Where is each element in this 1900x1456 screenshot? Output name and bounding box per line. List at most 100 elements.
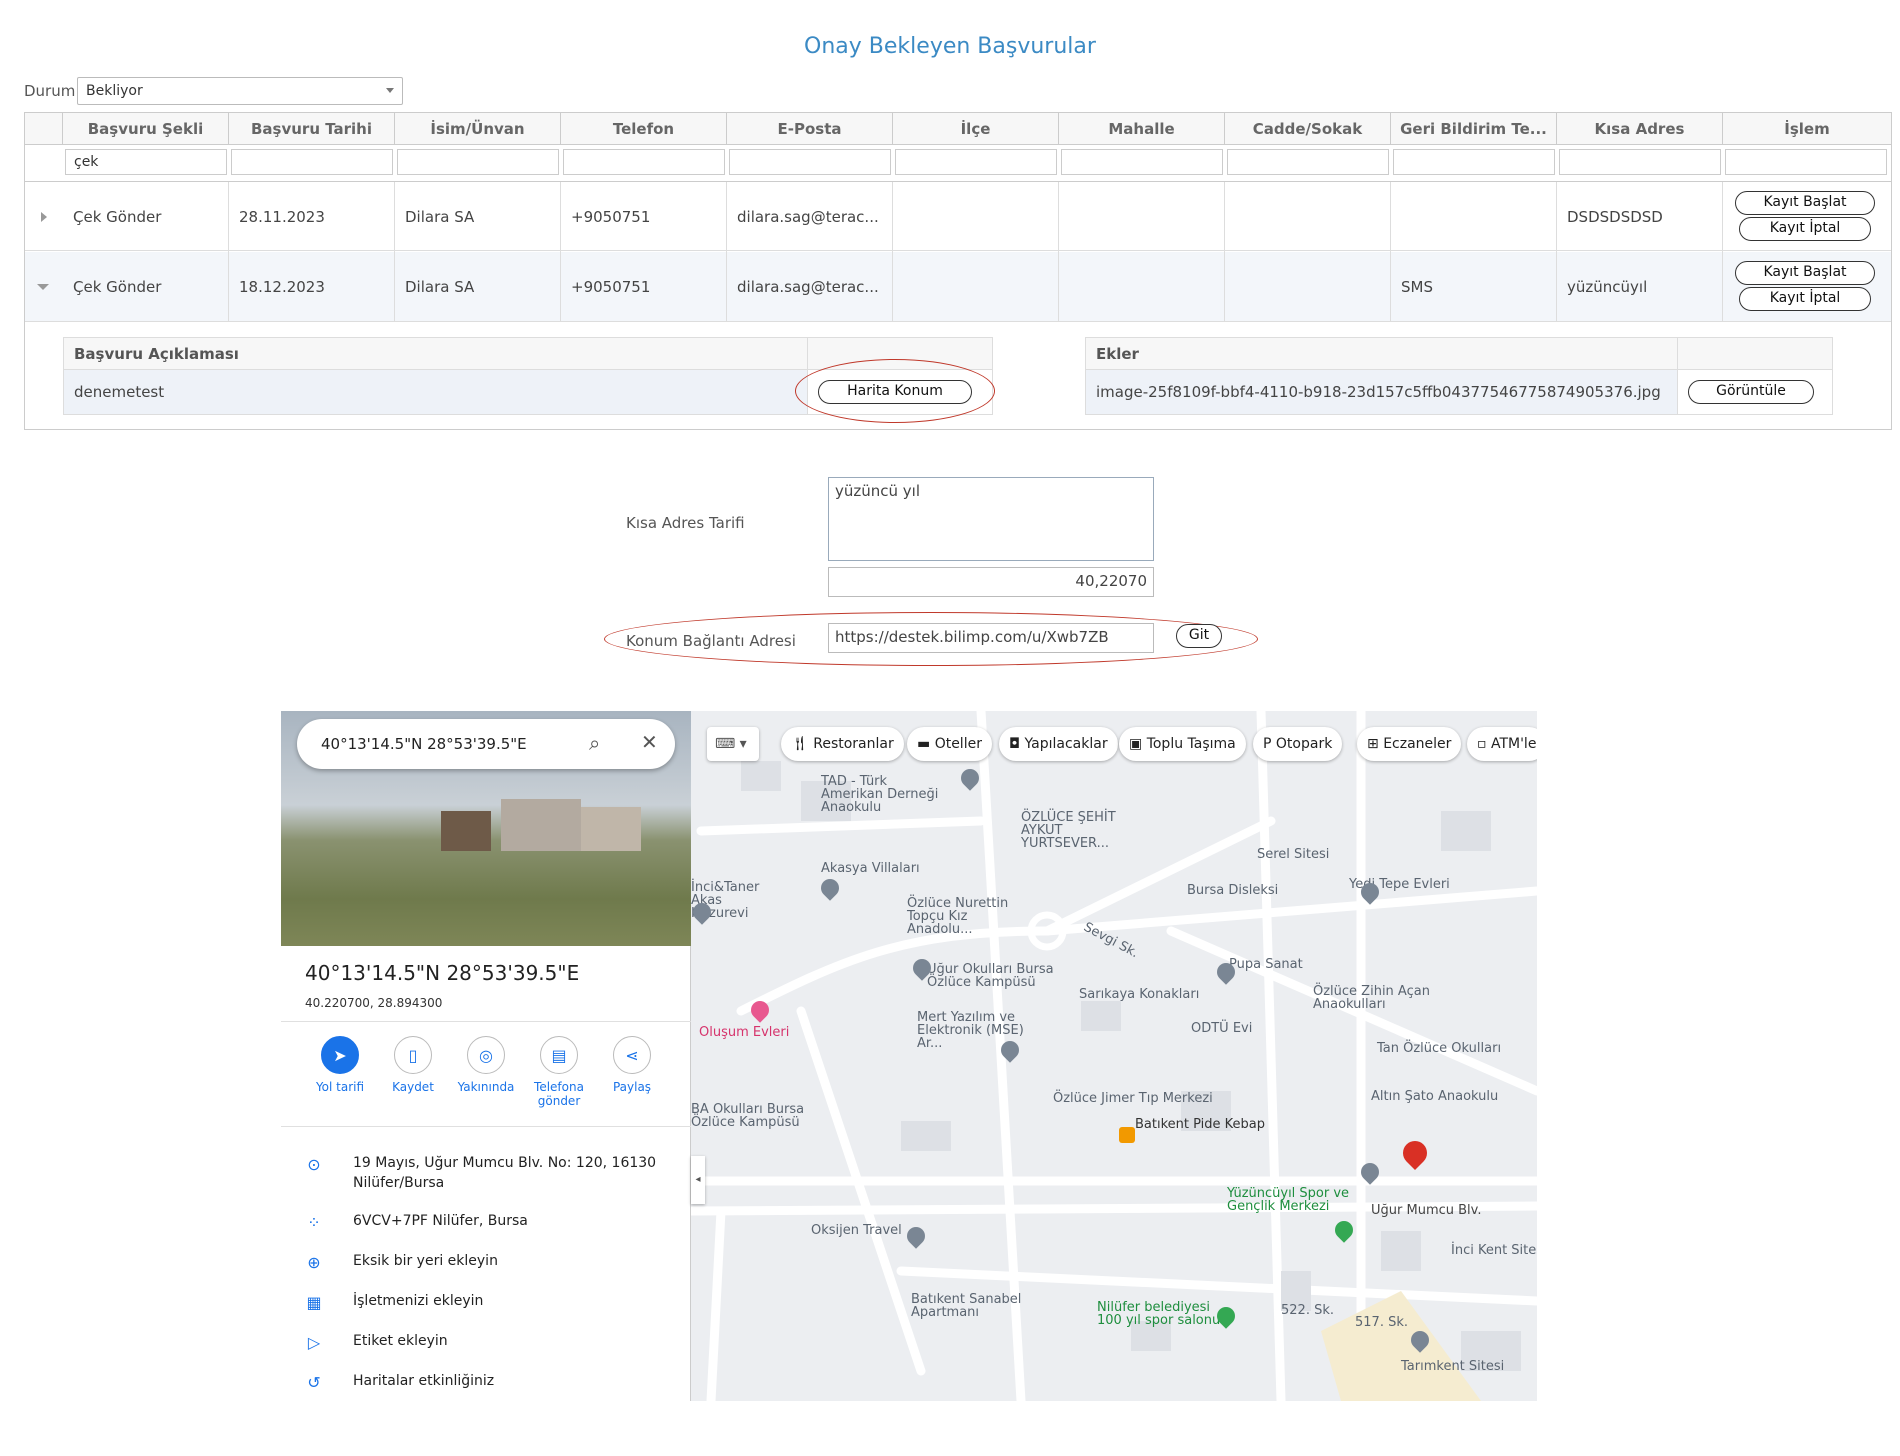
map-label[interactable]: Sarıkaya Konakları — [1079, 987, 1199, 1002]
column-header-isim[interactable]: İsim/Ünvan — [395, 113, 561, 145]
column-header-basvuru-tarihi[interactable]: Başvuru Tarihi — [229, 113, 395, 145]
add-business-text: İşletmenizi ekleyin — [353, 1293, 484, 1309]
building-shape — [501, 799, 581, 851]
table-row[interactable]: Çek Gönder 18.12.2023 Dilara SA +9050751… — [25, 252, 1891, 322]
label-icon: ▷ — [307, 1333, 321, 1352]
column-header-telefon[interactable]: Telefon — [561, 113, 727, 145]
column-header-ilce[interactable]: İlçe — [893, 113, 1059, 145]
map-label[interactable]: Uğur Okulları Bursa Özlüce Kampüsü — [927, 963, 1057, 989]
map-label[interactable]: ÖZLÜCE ŞEHİT AYKUT YURTSEVER... — [1021, 811, 1141, 850]
map-label[interactable]: Özlüce Jimer Tıp Merkezi — [1053, 1091, 1213, 1106]
collapse-row-icon[interactable] — [37, 284, 49, 290]
filter-input-basvuru-sekli[interactable]: çek — [65, 149, 227, 175]
close-icon[interactable]: ✕ — [641, 730, 658, 754]
column-header-basvuru-sekli[interactable]: Başvuru Şekli — [63, 113, 229, 145]
expand-row-icon[interactable] — [41, 212, 47, 222]
map-search-input[interactable]: 40°13'14.5"N 28°53'39.5"E — [321, 735, 527, 753]
map-label[interactable]: Akasya Villaları — [821, 861, 920, 876]
filter-input-kisa-adres[interactable] — [1559, 149, 1721, 175]
filter-input-mahalle[interactable] — [1061, 149, 1223, 175]
chip-toplu-tasima[interactable]: ▣ Toplu Taşıma — [1119, 727, 1246, 761]
parking-icon: P — [1263, 736, 1276, 752]
map-label[interactable]: Yüzüncüyıl Spor ve Gençlik Merkezi — [1227, 1187, 1367, 1213]
coordinate-field[interactable]: 40,22070 — [828, 567, 1154, 597]
applications-grid: Başvuru Şekli Başvuru Tarihi İsim/Ünvan … — [24, 112, 1892, 430]
map-label[interactable]: Batıkent Pide Kebap — [1135, 1117, 1265, 1132]
map-label[interactable]: Tarımkent Sitesi — [1401, 1359, 1504, 1374]
chip-atm[interactable]: ▫ ATM'le — [1467, 727, 1537, 761]
map-label[interactable]: ODTÜ Evi — [1191, 1021, 1252, 1036]
kayit-baslat-button[interactable]: Kayıt Başlat — [1735, 261, 1875, 285]
nearby-label: Yakınında — [457, 1080, 515, 1094]
map-label[interactable]: Özlüce Zihin Açan Anaokulları — [1313, 985, 1433, 1011]
map-label[interactable]: Bursa Disleksi — [1187, 883, 1278, 898]
keyboard-icon[interactable]: ⌨ ▾ — [707, 727, 759, 761]
map-label[interactable]: TAD - Türk Amerikan Derneği Anaokulu — [821, 775, 951, 814]
map-label[interactable]: Tan Özlüce Okulları — [1377, 1041, 1501, 1056]
filter-input-isim[interactable] — [397, 149, 559, 175]
status-filter-select[interactable]: Bekliyor — [77, 77, 403, 105]
street-label: 522. Sk. — [1281, 1303, 1334, 1318]
map-search-box[interactable]: 40°13'14.5"N 28°53'39.5"E ⌕ ✕ — [297, 719, 675, 769]
column-header-kisa-adres[interactable]: Kısa Adres — [1557, 113, 1723, 145]
save-label: Kaydet — [392, 1080, 434, 1094]
map-label[interactable]: Oluşum Evleri — [699, 1025, 789, 1040]
map-label[interactable]: Batıkent Sanabel Apartmanı — [911, 1293, 1031, 1319]
kayit-iptal-button[interactable]: Kayıt İptal — [1739, 287, 1871, 311]
location-pin-icon: ⊙ — [307, 1155, 321, 1174]
plus-code-text: 6VCV+7PF Nilüfer, Bursa — [353, 1213, 528, 1229]
table-row[interactable]: Çek Gönder 28.11.2023 Dilara SA +9050751… — [25, 181, 1891, 252]
directions-label: Yol tarifi — [315, 1080, 365, 1094]
filter-input-islem[interactable] — [1725, 149, 1887, 175]
filter-input-geri-bildirim[interactable] — [1393, 149, 1555, 175]
filter-input-basvuru-tarihi[interactable] — [231, 149, 393, 175]
filter-input-cadde[interactable] — [1227, 149, 1389, 175]
chip-yapilacaklar[interactable]: ◘ Yapılacaklar — [999, 727, 1118, 761]
chip-otopark[interactable]: P Otopark — [1253, 727, 1343, 761]
map-label[interactable]: İnci Kent Sitesi — [1451, 1243, 1537, 1258]
git-button[interactable]: Git — [1176, 624, 1222, 648]
kisa-adres-textarea[interactable]: yüzüncü yıl — [828, 477, 1154, 561]
save-action[interactable]: ▯ Kaydet — [378, 1036, 448, 1094]
map-label[interactable]: Uğur Mumcu Blv. — [1371, 1203, 1481, 1218]
column-header-cadde[interactable]: Cadde/Sokak — [1225, 113, 1391, 145]
camera-icon: ◘ — [1009, 736, 1025, 752]
add-business-icon: ▦ — [306, 1293, 322, 1312]
search-icon[interactable]: ⌕ — [589, 731, 600, 755]
cell-mahalle — [1059, 252, 1225, 322]
nearby-action[interactable]: ◎ Yakınında — [451, 1036, 521, 1094]
map-label[interactable]: Pupa Sanat — [1229, 957, 1303, 972]
phone-icon: ▤ — [540, 1036, 578, 1074]
filter-input-eposta[interactable] — [729, 149, 891, 175]
kayit-baslat-button[interactable]: Kayıt Başlat — [1735, 191, 1875, 215]
map-view[interactable]: 40°13'14.5"N 28°53'39.5"E ⌕ ✕ 40°13'14.5… — [281, 711, 1537, 1401]
cell-mahalle — [1059, 182, 1225, 252]
directions-action[interactable]: ➤ Yol tarifi — [305, 1036, 375, 1094]
map-label[interactable]: Mert Yazılım ve Elektronik (MSE) Ar... — [917, 1011, 1047, 1050]
chip-oteller[interactable]: ▬ Oteller — [907, 727, 992, 761]
goruntule-button[interactable]: Görüntüle — [1688, 380, 1814, 404]
filter-input-telefon[interactable] — [563, 149, 725, 175]
chip-eczaneler[interactable]: ⊞ Eczaneler — [1357, 727, 1462, 761]
share-action[interactable]: ⋖ Paylaş — [597, 1036, 667, 1094]
map-label[interactable]: BA Okulları Bursa Özlüce Kampüsü — [691, 1103, 831, 1129]
filter-input-ilce[interactable] — [895, 149, 1057, 175]
restaurant-marker-icon[interactable] — [1119, 1127, 1135, 1143]
place-coordinates: 40.220700, 28.894300 — [305, 996, 443, 1010]
map-label[interactable]: Özlüce Nurettin Topçu Kız Anadolu... — [907, 897, 1027, 936]
collapse-panel-button[interactable]: ◂ — [691, 1156, 705, 1204]
cell-geri-bildirim: SMS — [1391, 252, 1557, 322]
chip-restoranlar[interactable]: 🍴︎ Restoranlar — [781, 727, 904, 761]
chip-label: Otopark — [1275, 736, 1333, 752]
map-label[interactable]: Oksijen Travel — [811, 1223, 902, 1238]
column-header-mahalle[interactable]: Mahalle — [1059, 113, 1225, 145]
map-label[interactable]: Altın Şato Anaokulu — [1371, 1089, 1498, 1104]
map-label[interactable]: Serel Sitesi — [1257, 847, 1329, 862]
kayit-iptal-button[interactable]: Kayıt İptal — [1739, 217, 1871, 241]
status-filter-value: Bekliyor — [86, 83, 143, 99]
send-to-phone-action[interactable]: ▤ Telefona gönder — [524, 1036, 594, 1108]
column-header-geri-bildirim[interactable]: Geri Bildirim Te... — [1391, 113, 1557, 145]
directions-icon: ➤ — [321, 1036, 359, 1074]
konum-url-field[interactable]: https://destek.bilimp.com/u/Xwb7ZB — [828, 623, 1154, 653]
column-header-eposta[interactable]: E-Posta — [727, 113, 893, 145]
